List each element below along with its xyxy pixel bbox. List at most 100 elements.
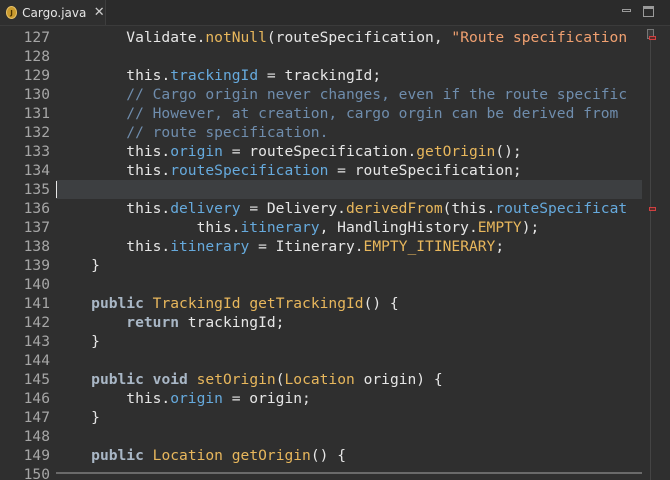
code-token: ); — [521, 219, 540, 236]
code-token: TrackingId — [152, 295, 241, 312]
code-token: . — [161, 67, 171, 84]
code-line[interactable]: Validate.notNull(routeSpecification, "Ro… — [56, 28, 642, 47]
code-line[interactable]: public Location getOrigin() { — [56, 446, 642, 465]
code-token: public — [91, 447, 144, 464]
line-number: 134 — [23, 162, 50, 179]
code-line[interactable]: this.delivery = Delivery.derivedFrom(thi… — [56, 199, 642, 218]
tab-cargo-java[interactable]: J Cargo.java ✕ — [0, 0, 106, 25]
code-token: void — [152, 371, 188, 388]
line-number: 140 — [23, 276, 50, 293]
code-token: EMPTY_ITINERARY — [363, 238, 496, 255]
code-token: (); — [495, 143, 522, 160]
error-marker[interactable] — [649, 36, 656, 40]
code-line[interactable] — [56, 47, 642, 66]
code-token: (this. — [442, 200, 496, 217]
code-line[interactable]: public void setOrigin(Location origin) { — [56, 370, 642, 389]
code-token: = routeSpecification; — [328, 162, 522, 179]
code-token: notNull — [205, 29, 267, 46]
code-token: this — [126, 67, 162, 84]
code-line[interactable]: this.trackingId = trackingId; — [56, 66, 642, 85]
line-number: 128 — [23, 48, 50, 65]
code-line[interactable]: this.itinerary = Itinerary.EMPTY_ITINERA… — [56, 237, 642, 256]
code-line[interactable]: } — [56, 408, 642, 427]
code-token: } — [56, 409, 100, 426]
code-token: // route specification. — [56, 124, 329, 141]
code-token: () { — [363, 295, 399, 312]
code-line[interactable] — [56, 351, 642, 370]
line-number: 141 — [23, 295, 50, 312]
code-line[interactable]: this.origin = origin; — [56, 389, 642, 408]
code-line[interactable]: } — [56, 332, 642, 351]
line-number: 149 — [23, 447, 50, 464]
code-line[interactable] — [56, 275, 642, 294]
maximize-icon[interactable] — [643, 6, 654, 17]
horizontal-scrollbar-thumb[interactable] — [56, 472, 642, 474]
code-line[interactable]: // Cargo origin never changes, even if t… — [56, 85, 642, 104]
code-line[interactable] — [56, 427, 642, 446]
code-token: , HandlingHistory. — [319, 219, 478, 236]
minimize-icon[interactable] — [620, 4, 634, 18]
code-token: EMPTY — [477, 219, 522, 236]
line-number: 139 — [23, 257, 50, 274]
code-line[interactable]: // However, at creation, cargo orgin can… — [56, 104, 642, 123]
code-token: Validate. — [56, 29, 206, 46]
code-token: derivedFrom — [345, 200, 443, 217]
code-line[interactable]: this.itinerary, HandlingHistory.EMPTY); — [56, 218, 642, 237]
code-token: Location — [284, 371, 355, 388]
code-editor[interactable]: 127 128 129 130 131 132 133 134 135 136 137 138 139 1… — [0, 26, 670, 480]
line-number: 148 — [23, 428, 50, 445]
code-token: "Route specification — [451, 29, 628, 46]
line-number: 138 — [23, 238, 50, 255]
code-token: origin) { — [354, 371, 443, 388]
code-line[interactable]: // route specification. — [56, 123, 642, 142]
code-token: = origin; — [222, 390, 311, 407]
line-number: 136 — [23, 200, 50, 217]
line-number: 145 — [23, 371, 50, 388]
error-marker[interactable] — [649, 207, 656, 211]
code-token: return — [126, 314, 180, 331]
line-number: 137 — [23, 219, 50, 236]
line-number: 143 — [23, 333, 50, 350]
text-caret — [56, 181, 57, 198]
current-code-line[interactable] — [56, 180, 642, 199]
code-token: setOrigin — [196, 371, 276, 388]
code-token: routeSpecification — [170, 162, 329, 179]
code-line[interactable]: this.origin = routeSpecification.getOrig… — [56, 142, 642, 161]
line-number: 129 — [23, 67, 50, 84]
scrollbar-track — [650, 40, 651, 480]
line-number: 142 — [23, 314, 50, 331]
code-line[interactable]: this.routeSpecification = routeSpecifica… — [56, 161, 642, 180]
code-token: ; — [495, 238, 505, 255]
code-token: getOrigin — [416, 143, 496, 160]
horizontal-scrollbar[interactable] — [56, 470, 642, 480]
code-line[interactable]: return trackingId; — [56, 313, 642, 332]
line-number: 130 — [23, 86, 50, 103]
code-token: trackingId; — [179, 314, 285, 331]
code-token: () { — [310, 447, 346, 464]
code-text-area[interactable]: Validate.notNull(routeSpecification, "Ro… — [56, 26, 642, 480]
close-icon[interactable]: ✕ — [93, 6, 105, 19]
code-token: delivery — [170, 200, 241, 217]
line-number: 146 — [23, 390, 50, 407]
code-token: origin — [170, 390, 223, 407]
vertical-scrollbar[interactable] — [642, 26, 658, 480]
line-number-gutter[interactable]: 127 128 129 130 131 132 133 134 135 136 137 138 139 1… — [0, 26, 50, 480]
line-number: 147 — [23, 409, 50, 426]
code-token: itinerary — [170, 238, 250, 255]
code-line[interactable]: } — [56, 256, 642, 275]
code-token: = Delivery. — [240, 200, 346, 217]
code-token: = trackingId; — [258, 67, 382, 84]
code-line[interactable]: public TrackingId getTrackingId() { — [56, 294, 642, 313]
code-token: = Itinerary. — [249, 238, 364, 255]
line-number: 131 — [23, 105, 50, 122]
code-token: this. — [56, 162, 171, 179]
overview-ruler[interactable] — [658, 26, 670, 480]
